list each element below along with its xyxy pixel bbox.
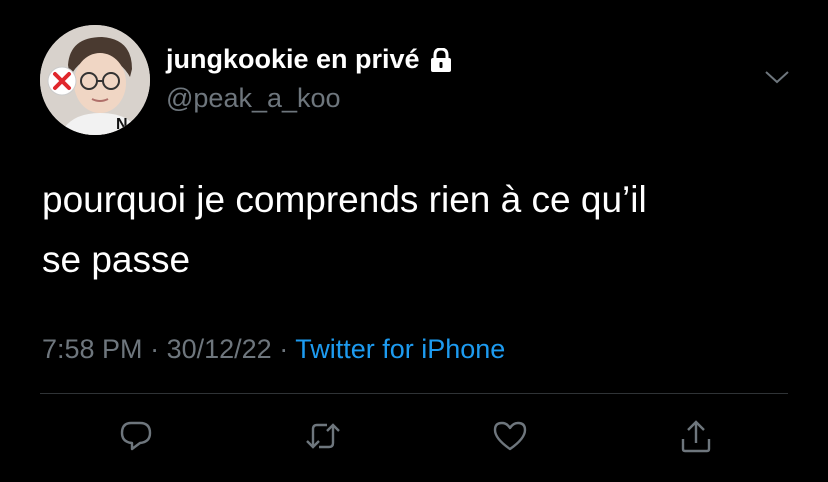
retweet-icon: [305, 421, 341, 451]
avatar-image: N: [40, 25, 150, 135]
tweet-text-line: se passe: [42, 239, 191, 280]
reply-icon: [119, 420, 153, 452]
tweet-source-link[interactable]: Twitter for iPhone: [295, 334, 505, 364]
like-icon: [493, 421, 527, 451]
author-name-row[interactable]: jungkookie en privé: [166, 44, 452, 75]
meta-separator: ·: [150, 334, 160, 364]
retweet-button[interactable]: [303, 416, 343, 456]
share-button[interactable]: [676, 416, 716, 456]
share-icon: [680, 419, 712, 453]
tweet-meta: 7:58 PM · 30/12/22 · Twitter for iPhone: [42, 334, 505, 365]
svg-text:N: N: [116, 116, 128, 133]
author-handle[interactable]: @peak_a_koo: [166, 83, 341, 114]
meta-separator: ·: [279, 334, 289, 364]
author-display-name[interactable]: jungkookie en privé: [166, 44, 420, 75]
tweet-date[interactable]: 30/12/22: [167, 334, 272, 364]
tweet-text-line: pourquoi je comprends rien à ce qu’il: [42, 179, 647, 220]
avatar[interactable]: N: [40, 25, 150, 135]
chevron-down-icon[interactable]: [764, 68, 790, 86]
tweet-time[interactable]: 7:58 PM: [42, 334, 143, 364]
tweet-text: pourquoi je comprends rien à ce qu’il se…: [42, 170, 782, 290]
like-button[interactable]: [490, 416, 530, 456]
lock-icon: [430, 46, 452, 72]
divider: [40, 393, 788, 394]
reply-button[interactable]: [116, 416, 156, 456]
